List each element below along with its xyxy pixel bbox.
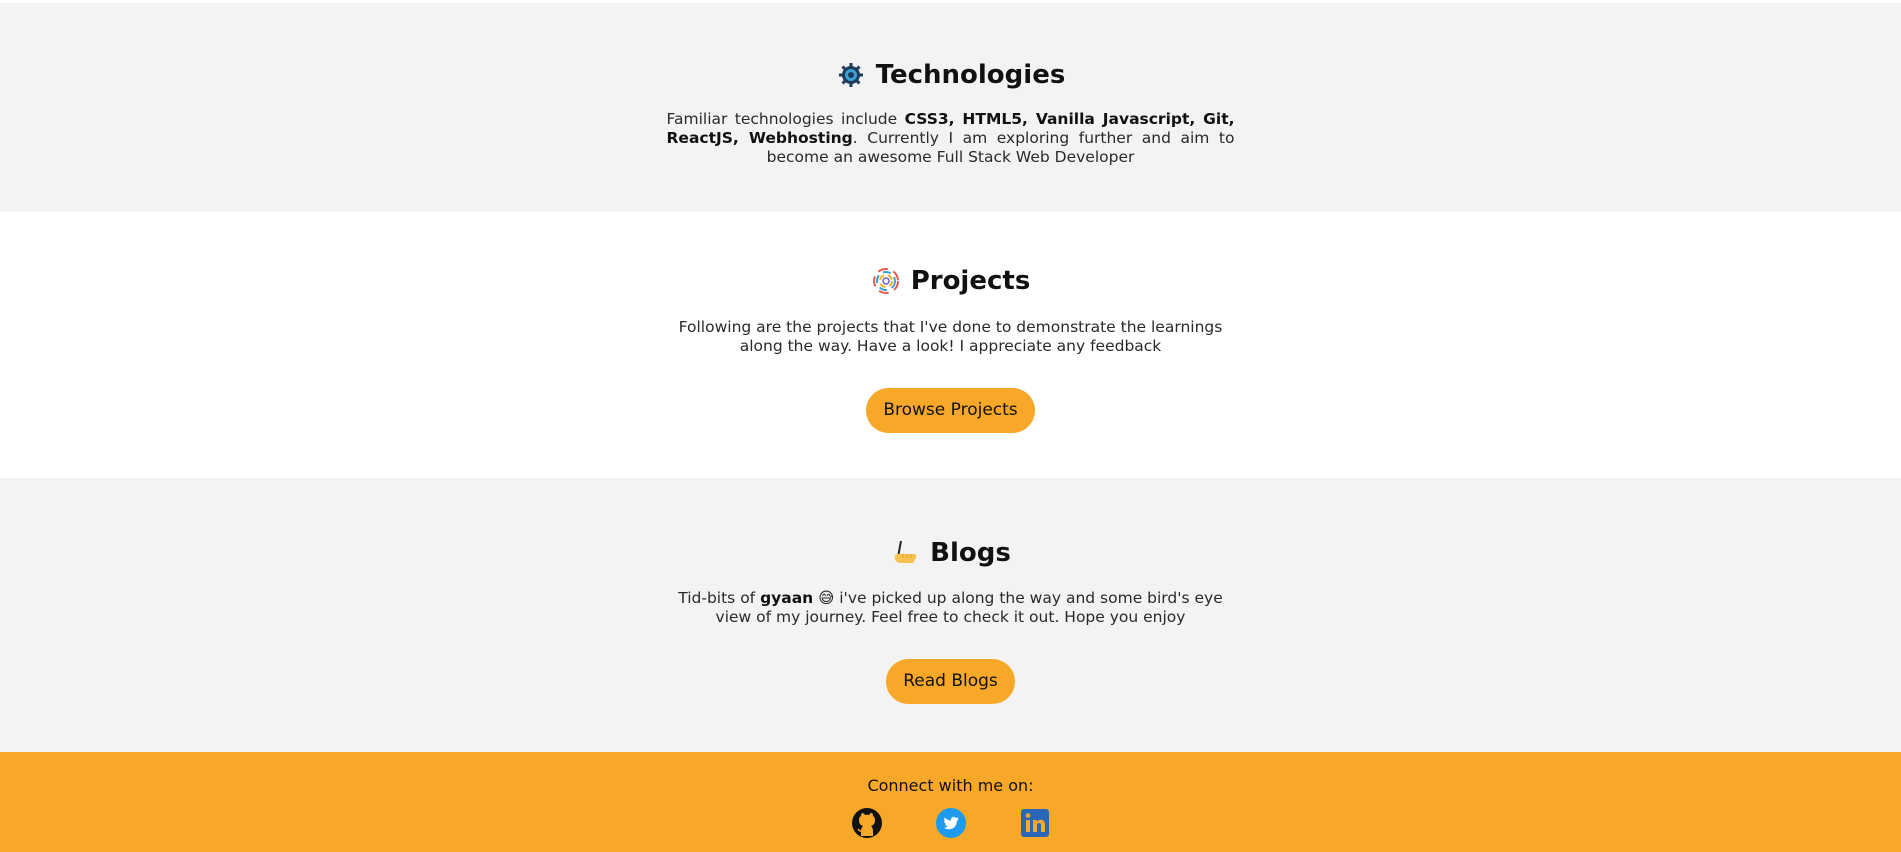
technologies-description: Familiar technologies include CSS3, HTML… [667, 110, 1235, 167]
technologies-title: Technologies [875, 60, 1066, 90]
projects-title: Projects [910, 266, 1031, 296]
linkedin-link[interactable] [1019, 809, 1051, 841]
connect-label: Connect with me on: [867, 776, 1034, 795]
social-links [0, 807, 1901, 843]
browse-projects-button[interactable]: Browse Projects [866, 388, 1035, 433]
gear-icon [836, 60, 866, 90]
grinning-sweat-emoji: 😅 [818, 589, 835, 607]
blogs-gyaan: gyaan [760, 589, 814, 607]
projects-description: Following are the projects that I've don… [678, 318, 1223, 355]
projects-section: Projects Following are the projects that… [0, 212, 1901, 478]
blogs-section: Blogs Tid-bits of gyaan 😅 i've picked up… [0, 478, 1901, 752]
technologies-heading: Technologies [836, 59, 1066, 91]
technologies-section: Technologies Familiar technologies inclu… [0, 3, 1901, 212]
writing-hand-icon [890, 538, 920, 568]
blogs-heading: Blogs [890, 537, 1011, 569]
footer: Connect with me on: [0, 752, 1901, 852]
read-blogs-button[interactable]: Read Blogs [886, 659, 1015, 704]
blogs-desc-prefix: Tid-bits of [678, 589, 761, 607]
linkedin-icon [1019, 807, 1051, 843]
projects-swirl-icon [871, 266, 901, 296]
github-icon [851, 807, 883, 843]
projects-heading: Projects [871, 265, 1031, 297]
twitter-link[interactable] [935, 807, 967, 843]
technologies-desc-prefix: Familiar technologies include [666, 110, 905, 128]
twitter-icon [935, 807, 967, 843]
blogs-title: Blogs [930, 538, 1011, 568]
blogs-description: Tid-bits of gyaan 😅 i've picked up along… [667, 589, 1235, 627]
github-link[interactable] [851, 807, 883, 843]
